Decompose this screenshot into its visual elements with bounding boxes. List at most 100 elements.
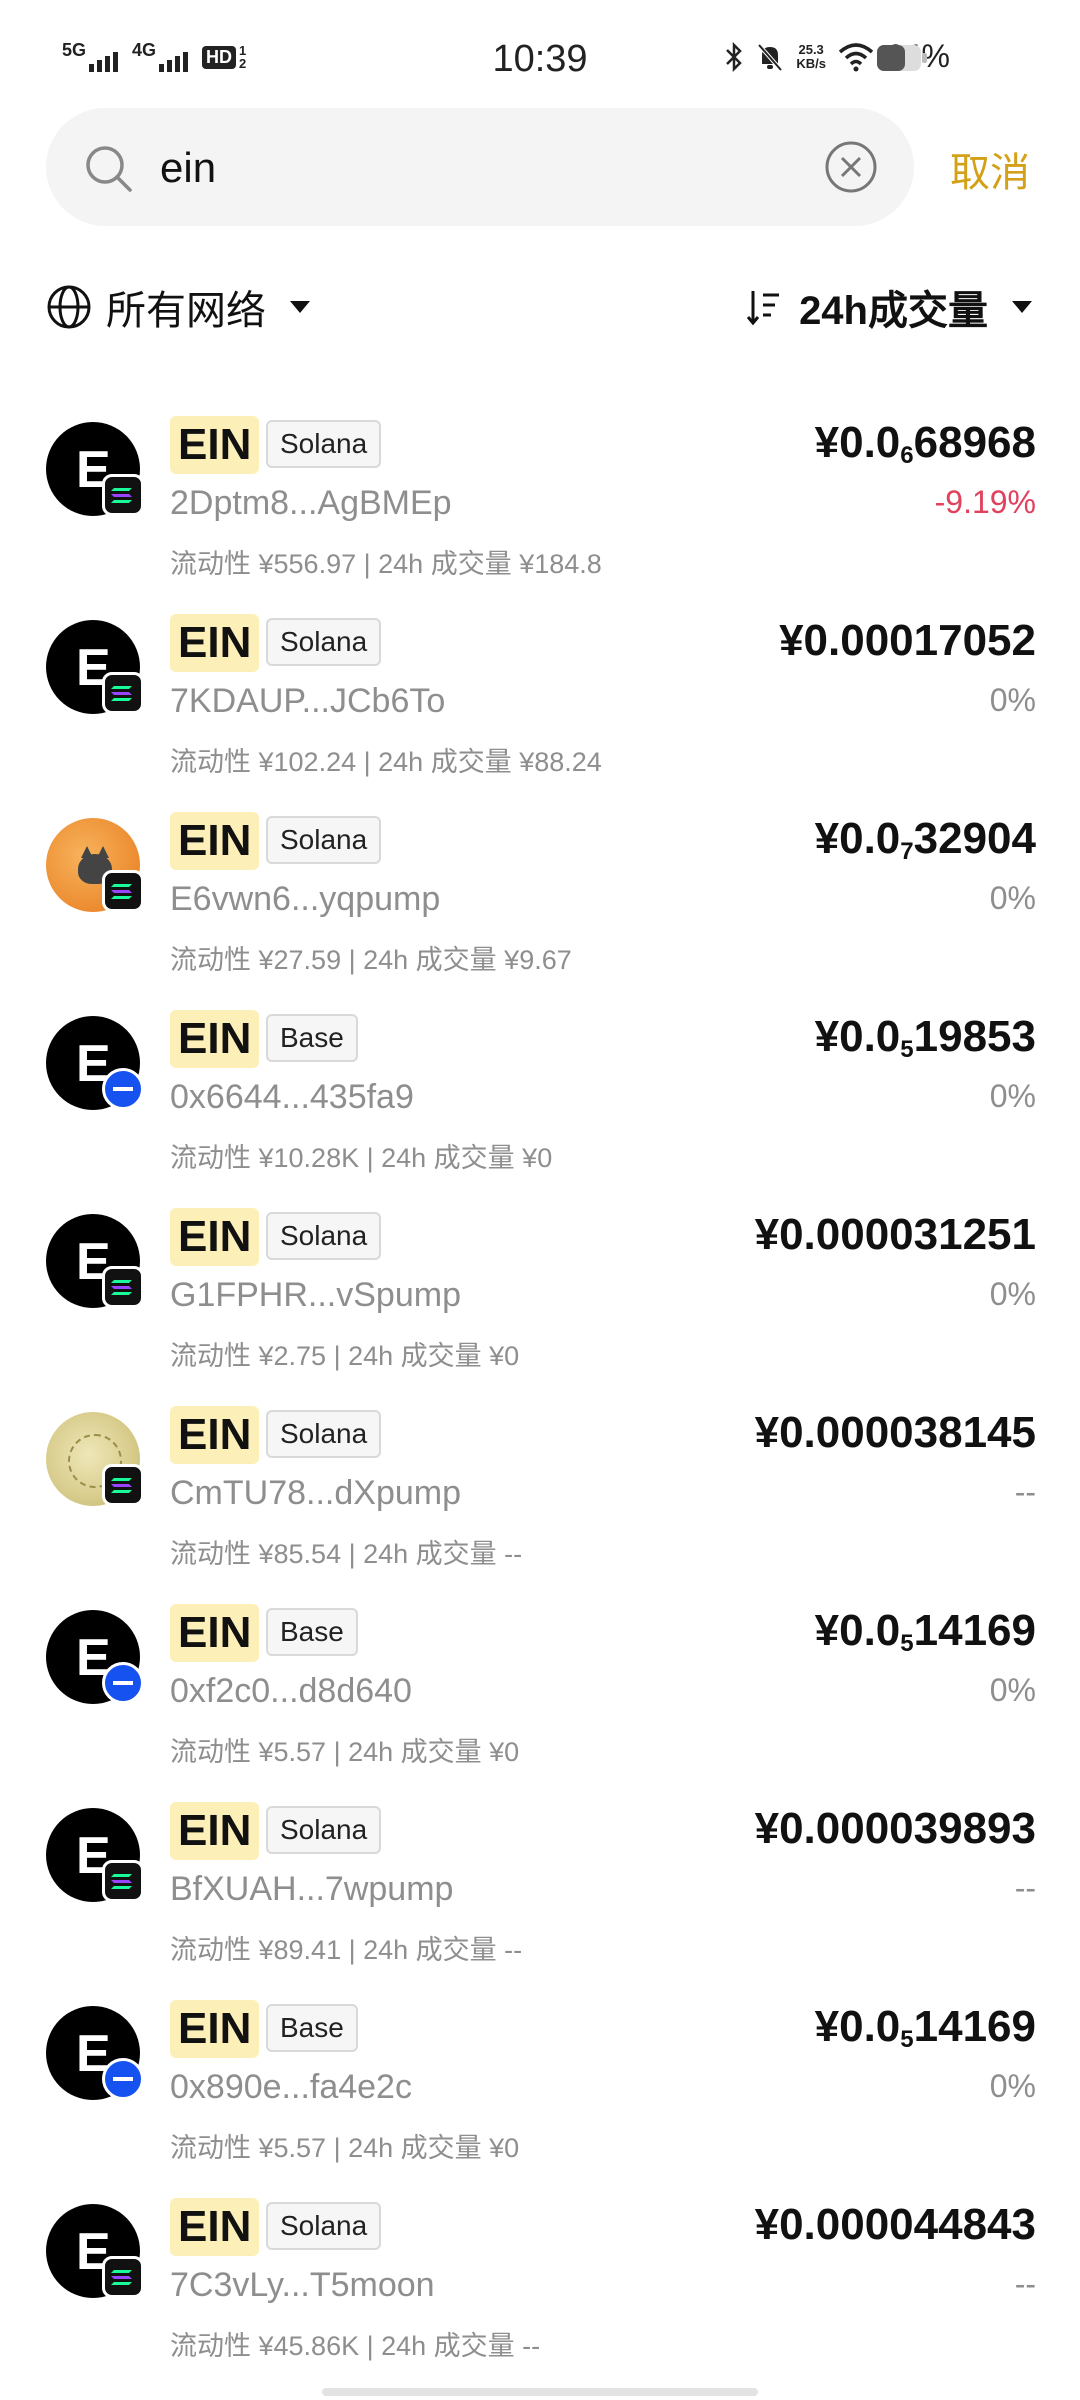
solana-chain-icon [102,672,144,714]
token-avatar: E [46,422,144,516]
token-stats: 流动性 ¥2.75 | 24h 成交量 ¥0 [170,1341,520,1371]
price-change: 0% [989,1276,1036,1312]
token-avatar: E [46,1214,144,1308]
token-row[interactable]: E EIN Solana 7C3vLy...T5moon 流动性 ¥45.86K… [0,2178,1080,2376]
token-symbol: EIN [170,1604,260,1662]
battery-icon [877,45,927,71]
solana-chain-icon [102,474,144,516]
token-symbol: EIN [170,1406,260,1464]
search-input[interactable] [158,138,822,198]
token-price: ¥0.00017052 [779,616,1036,665]
solana-chain-icon [102,1860,144,1902]
chain-tag: Solana [266,816,382,864]
token-row[interactable]: E EIN Base 0x6644...435fa9 流动性 ¥10.28K |… [0,990,1080,1188]
solana-chain-icon [102,1266,144,1308]
token-stats: 流动性 ¥27.59 | 24h 成交量 ¥9.67 [170,945,572,975]
token-stats: 流动性 ¥10.28K | 24h 成交量 ¥0 [170,1143,553,1173]
token-stats: 流动性 ¥556.97 | 24h 成交量 ¥184.8 [170,549,602,579]
token-stats: 流动性 ¥102.24 | 24h 成交量 ¥88.24 [170,747,602,777]
bluetooth-icon [726,41,743,72]
caret-down-icon [290,301,310,313]
sort-icon [746,291,780,326]
token-address: 7C3vLy...T5moon [170,2266,435,2304]
token-list: E EIN Solana 2Dptm8...AgBMEp 流动性 ¥556.97… [0,396,1080,2376]
token-address: 0xf2c0...d8d640 [170,1672,412,1710]
chain-tag: Solana [266,2202,382,2250]
token-avatar: E [46,1610,144,1704]
token-address: 2Dptm8...AgBMEp [170,484,452,522]
token-symbol: EIN [170,2000,260,2058]
base-chain-icon [102,2058,144,2100]
clear-search-icon[interactable] [824,140,878,194]
token-row[interactable]: E EIN Solana BfXUAH...7wpump 流动性 ¥89.41 … [0,1782,1080,1980]
token-stats: 流动性 ¥85.54 | 24h 成交量 -- [170,1539,523,1569]
price-change: 0% [989,2068,1036,2104]
price-change: 0% [989,880,1036,916]
price-change: 0% [989,1672,1036,1708]
token-address: 7KDAUP...JCb6To [170,682,446,720]
base-chain-icon [102,1068,144,1110]
sort-filter[interactable]: 24h成交量 [745,278,1032,336]
cancel-button[interactable]: 取消 [950,140,1030,198]
chain-tag: Base [266,2004,358,2052]
chain-tag: Solana [266,1212,382,1260]
price-change: -- [1014,1474,1036,1510]
token-symbol: EIN [170,2198,260,2256]
token-row[interactable]: E EIN Solana 2Dptm8...AgBMEp 流动性 ¥556.97… [0,396,1080,594]
token-symbol: EIN [170,416,260,474]
token-price: ¥0.0514169 [814,2002,1036,2053]
token-price: ¥0.000039893 [754,1804,1036,1853]
token-symbol: EIN [170,1208,260,1266]
mute-bell-icon [757,43,783,71]
token-price: ¥0.0514169 [814,1606,1036,1657]
token-avatar: E [46,2204,144,2298]
solana-chain-icon [102,870,144,912]
chain-tag: Solana [266,1806,382,1854]
globe-icon [47,285,91,329]
token-address: CmTU78...dXpump [170,1474,461,1512]
net-speed: 25.3 KB/s [796,41,826,71]
token-price: ¥0.0732904 [814,814,1036,865]
token-symbol: EIN [170,1010,260,1068]
token-symbol: EIN [170,614,260,672]
token-avatar [46,1412,144,1506]
token-row[interactable]: E EIN Solana G1FPHR...vSpump 流动性 ¥2.75 |… [0,1188,1080,1386]
token-avatar: E [46,2006,144,2100]
base-chain-icon [102,1662,144,1704]
price-change: -- [1014,1870,1036,1906]
status-bar: 5G 4G HD 12 10:39 25.3KB/s 64% [0,0,1080,100]
home-indicator [322,2388,758,2396]
caret-down-icon [1012,301,1032,313]
token-row[interactable]: EIN Solana E6vwn6...yqpump 流动性 ¥27.59 | … [0,792,1080,990]
chain-tag: Solana [266,1410,382,1458]
token-address: E6vwn6...yqpump [170,880,441,918]
search-bar[interactable] [46,108,914,226]
solana-chain-icon [102,1464,144,1506]
token-row[interactable]: E EIN Base 0xf2c0...d8d640 流动性 ¥5.57 | 2… [0,1584,1080,1782]
network-filter-label: 所有网络 [106,289,266,333]
price-change: -9.19% [934,484,1036,520]
chain-tag: Base [266,1014,358,1062]
token-price: ¥0.000038145 [754,1408,1036,1457]
token-address: 0x6644...435fa9 [170,1078,414,1116]
chain-tag: Solana [266,420,382,468]
price-change: -- [1014,2266,1036,2302]
token-symbol: EIN [170,1802,260,1860]
chain-tag: Solana [266,618,382,666]
token-address: 0x890e...fa4e2c [170,2068,412,2106]
network-filter[interactable]: 所有网络 [46,278,310,336]
token-row[interactable]: E EIN Base 0x890e...fa4e2c 流动性 ¥5.57 | 2… [0,1980,1080,2178]
token-stats: 流动性 ¥5.57 | 24h 成交量 ¥0 [170,1737,520,1767]
token-row[interactable]: EIN Solana CmTU78...dXpump 流动性 ¥85.54 | … [0,1386,1080,1584]
token-price: ¥0.000044843 [754,2200,1036,2249]
token-price: ¥0.000031251 [754,1210,1036,1259]
token-row[interactable]: E EIN Solana 7KDAUP...JCb6To 流动性 ¥102.24… [0,594,1080,792]
token-avatar [46,818,144,912]
token-address: BfXUAH...7wpump [170,1870,454,1908]
token-stats: 流动性 ¥45.86K | 24h 成交量 -- [170,2331,541,2361]
chain-tag: Base [266,1608,358,1656]
sort-filter-label: 24h成交量 [799,289,988,333]
price-change: 0% [989,1078,1036,1114]
token-symbol: EIN [170,812,260,870]
price-change: 0% [989,682,1036,718]
